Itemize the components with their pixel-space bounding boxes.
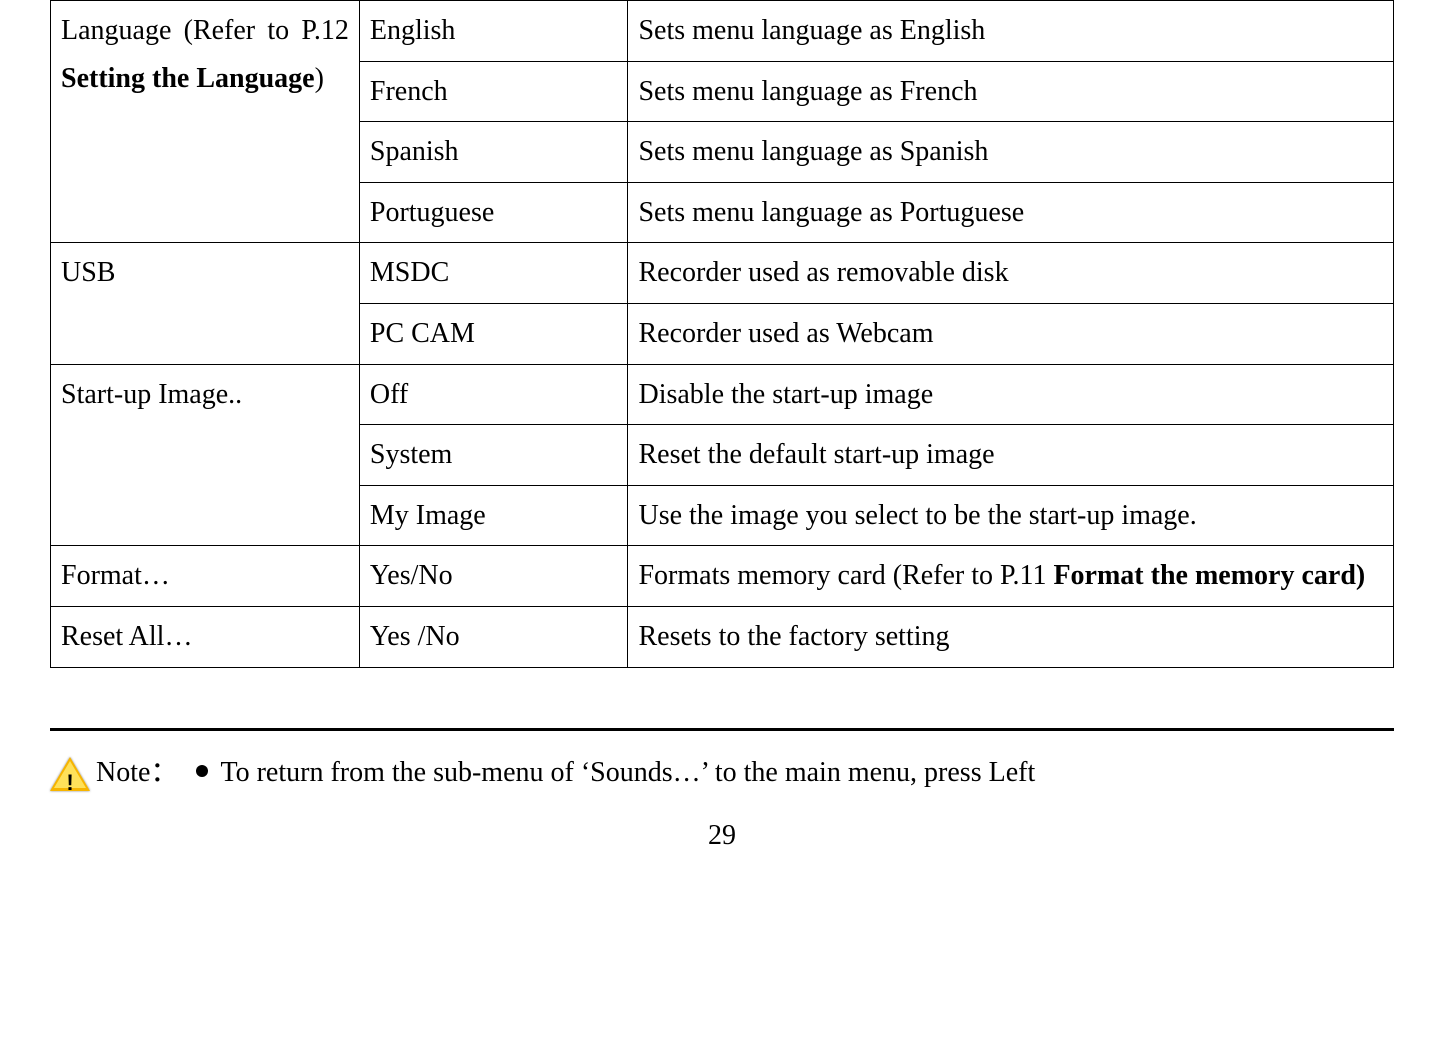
- page-number: 29: [50, 820, 1394, 852]
- text-bold: Setting the Language: [61, 63, 315, 94]
- cell-startup-label: Start-up Image..: [51, 364, 360, 546]
- cell-desc: Use the image you select to be the start…: [628, 485, 1394, 546]
- cell-option: Off: [359, 364, 628, 425]
- cell-option: System: [359, 425, 628, 486]
- cell-option: MSDC: [359, 243, 628, 304]
- cell-desc: Sets menu language as Portuguese: [628, 182, 1394, 243]
- divider: [50, 728, 1394, 731]
- text-bold: Format the memory card): [1053, 560, 1365, 591]
- table-row: Format… Yes/No Formats memory card (Refe…: [51, 546, 1394, 607]
- cell-desc: Resets to the factory setting: [628, 606, 1394, 667]
- cell-option: Yes/No: [359, 546, 628, 607]
- table-row: Language (Refer to P.12 Setting the Lang…: [51, 1, 1394, 62]
- text: Language (Refer to P.12: [61, 15, 349, 46]
- cell-option: Yes /No: [359, 606, 628, 667]
- cell-option: Spanish: [359, 122, 628, 183]
- bullet-icon: [196, 765, 208, 777]
- cell-option: My Image: [359, 485, 628, 546]
- cell-usb-label: USB: [51, 243, 360, 364]
- cell-option: Portuguese: [359, 182, 628, 243]
- cell-format-label: Format…: [51, 546, 360, 607]
- settings-table: Language (Refer to P.12 Setting the Lang…: [50, 0, 1394, 668]
- cell-option: French: [359, 61, 628, 122]
- cell-option: PC CAM: [359, 303, 628, 364]
- note-label: Note：: [96, 751, 178, 796]
- table-row: USB MSDC Recorder used as removable disk: [51, 243, 1394, 304]
- table-row: Reset All… Yes /No Resets to the factory…: [51, 606, 1394, 667]
- cell-reset-label: Reset All…: [51, 606, 360, 667]
- warning-icon: !: [50, 757, 90, 793]
- table-row: Start-up Image.. Off Disable the start-u…: [51, 364, 1394, 425]
- note-text: To return from the sub-menu of ‘Sounds…’…: [220, 751, 1394, 796]
- cell-desc: Sets menu language as Spanish: [628, 122, 1394, 183]
- text: ): [315, 63, 324, 94]
- cell-option: English: [359, 1, 628, 62]
- cell-desc: Disable the start-up image: [628, 364, 1394, 425]
- note-block: ! Note： To return from the sub-menu of ‘…: [50, 751, 1394, 796]
- cell-desc: Recorder used as Webcam: [628, 303, 1394, 364]
- cell-desc: Sets menu language as French: [628, 61, 1394, 122]
- cell-desc: Reset the default start-up image: [628, 425, 1394, 486]
- cell-desc: Formats memory card (Refer to P.11 Forma…: [628, 546, 1394, 607]
- document-page: Language (Refer to P.12 Setting the Lang…: [0, 0, 1444, 882]
- cell-desc: Sets menu language as English: [628, 1, 1394, 62]
- text: Formats memory card (Refer to P.11: [638, 560, 1053, 591]
- cell-language-label: Language (Refer to P.12 Setting the Lang…: [51, 1, 360, 243]
- cell-desc: Recorder used as removable disk: [628, 243, 1394, 304]
